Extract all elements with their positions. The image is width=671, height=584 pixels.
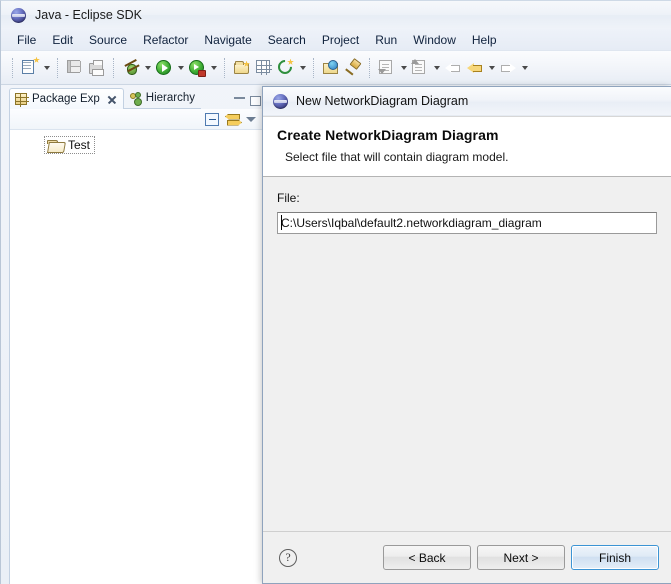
view-toolbar [10,109,262,130]
open-task-icon[interactable] [342,57,364,79]
help-icon[interactable]: ? [279,548,297,567]
project-tree[interactable]: Test [10,130,262,156]
back-icon[interactable] [442,57,464,79]
menu-item-source[interactable]: Source [81,31,135,49]
tab-hierarchy[interactable]: Hierarchy [123,88,201,109]
menu-item-run[interactable]: Run [367,31,405,49]
previous-annotation-dropdown[interactable] [431,57,442,79]
menu-item-help[interactable]: Help [464,31,505,49]
tree-item-test[interactable]: Test [44,136,96,154]
maximize-view-button[interactable] [250,96,261,106]
file-input[interactable] [277,212,657,234]
toolbar-separator [57,57,59,78]
toolbar-separator [369,57,371,78]
menu-item-window[interactable]: Window [405,31,464,49]
new-java-project-icon[interactable] [231,57,253,79]
menubar: File Edit Source Refactor Navigate Searc… [1,29,671,51]
tree-item-label: Test [68,138,91,152]
save-icon[interactable] [64,57,86,79]
dialog-header: Create NetworkDiagram Diagram Select fil… [263,116,671,177]
menu-item-navigate[interactable]: Navigate [196,31,259,49]
new-java-class-icon[interactable] [275,56,297,79]
link-with-editor-icon[interactable] [225,113,240,126]
print-icon[interactable] [86,57,108,79]
toolbar-separator [12,57,14,78]
menu-item-edit[interactable]: Edit [44,31,81,49]
window-title: Java - Eclipse SDK [35,8,142,22]
main-toolbar [1,51,671,85]
new-java-dropdown[interactable] [297,57,308,79]
file-input-wrap [277,212,657,234]
screen-root: Java - Eclipse SDK File Edit Source Refa… [0,0,671,584]
package-explorer-icon [15,93,29,107]
last-edit-dropdown[interactable] [519,57,530,79]
run-configurations-dropdown[interactable] [208,57,219,79]
close-icon[interactable] [106,94,117,105]
view-menu-icon[interactable] [246,116,256,122]
minimize-view-button[interactable] [234,97,245,105]
text-caret [281,215,282,230]
tab-package-explorer[interactable]: Package Exp [9,88,124,109]
open-folder-icon [47,139,62,151]
menu-item-search[interactable]: Search [260,31,314,49]
dialog-titlebar: New NetworkDiagram Diagram [263,87,671,116]
menu-item-project[interactable]: Project [314,31,367,49]
next-button[interactable]: Next > [477,545,565,570]
view-window-buttons [234,96,263,109]
last-edit-location-icon[interactable] [497,57,519,79]
eclipse-sphere-icon [11,7,26,23]
toolbar-separator [224,57,226,78]
new-java-package-icon[interactable] [253,57,275,79]
dialog-subheading: Select file that will contain diagram mo… [285,150,509,164]
view-tabrow: Package Exp Hierarchy [9,87,263,109]
open-type-icon[interactable] [320,57,342,79]
dialog-footer: ? < Back Next > Finish [263,531,671,583]
new-wizard-icon[interactable] [19,56,41,79]
tab-package-explorer-label: Package Exp [32,93,100,105]
hierarchy-icon [129,92,141,104]
toolbar-separator [313,57,315,78]
previous-annotation-icon[interactable] [409,57,431,79]
debug-icon[interactable] [120,57,142,79]
collapse-all-icon[interactable] [205,112,219,126]
eclipse-sphere-icon [273,93,288,109]
dialog-heading: Create NetworkDiagram Diagram [277,127,499,143]
back-button[interactable]: < Back [383,545,471,570]
next-annotation-dropdown[interactable] [398,57,409,79]
dialog-body: File: [263,177,671,531]
new-diagram-wizard-dialog: New NetworkDiagram Diagram Create Networ… [262,86,671,584]
forward-icon[interactable] [464,57,486,79]
run-configurations-icon[interactable] [186,57,208,79]
menu-item-file[interactable]: File [9,31,44,49]
finish-button[interactable]: Finish [571,545,659,570]
debug-dropdown[interactable] [142,57,153,79]
run-icon[interactable] [153,57,175,79]
tab-hierarchy-label: Hierarchy [145,92,195,104]
file-field-label: File: [277,191,300,205]
package-explorer-body: Test [9,109,263,584]
toolbar-separator [113,57,115,78]
dialog-button-group: < Back Next > Finish [383,545,659,570]
new-wizard-dropdown[interactable] [41,57,52,79]
window-titlebar: Java - Eclipse SDK [1,1,671,29]
run-dropdown[interactable] [175,57,186,79]
next-annotation-icon[interactable] [376,57,398,79]
dialog-title: New NetworkDiagram Diagram [296,94,469,108]
menu-item-refactor[interactable]: Refactor [135,31,196,49]
forward-dropdown[interactable] [486,57,497,79]
package-explorer-view: Package Exp Hierarchy Test [9,87,263,584]
